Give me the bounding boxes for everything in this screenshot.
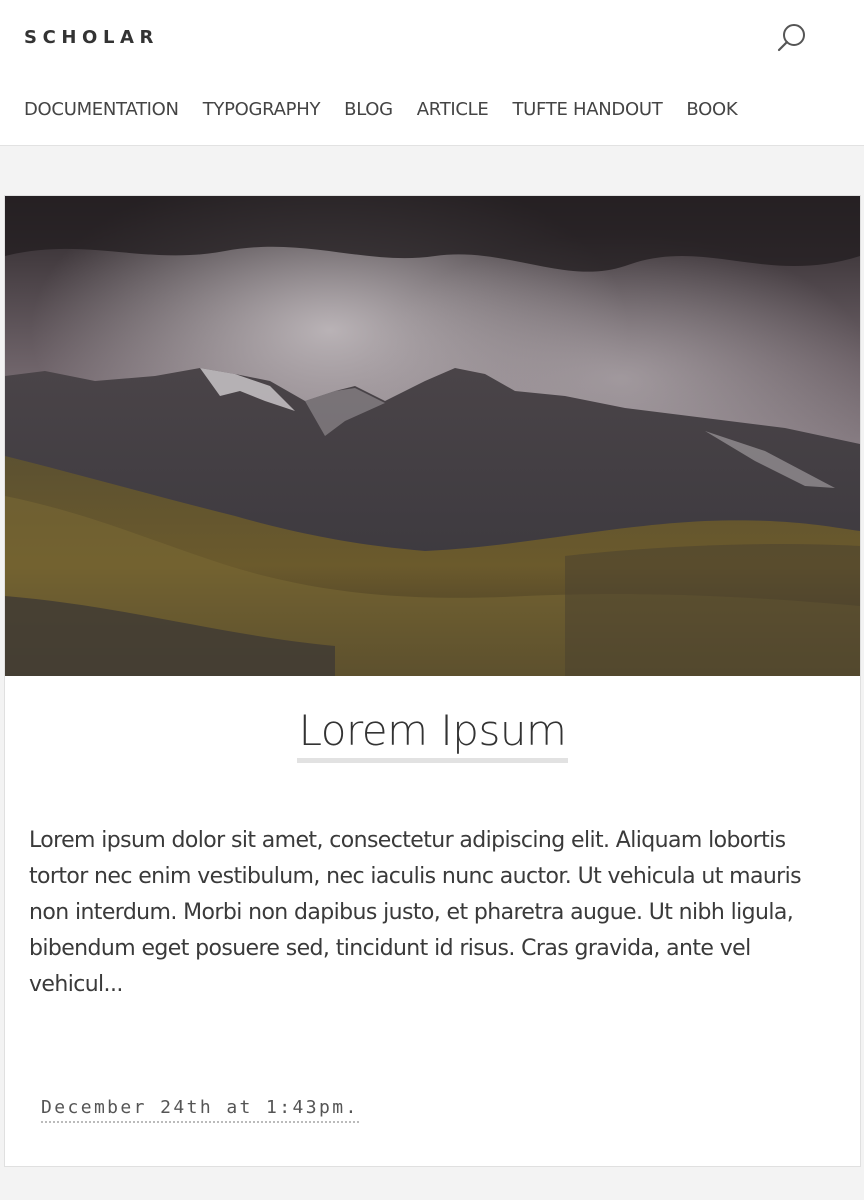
post-card: Lorem Ipsum Lorem ipsum dolor sit amet, … bbox=[4, 195, 861, 1167]
nav-item-documentation[interactable]: DOCUMENTATION bbox=[24, 96, 179, 124]
mountain-landscape-image bbox=[5, 196, 860, 676]
nav-item-tufte-handout[interactable]: TUFTE HANDOUT bbox=[512, 96, 662, 124]
nav-item-blog[interactable]: BLOG bbox=[344, 96, 393, 124]
post-hero-image[interactable] bbox=[5, 196, 860, 676]
post-excerpt: Lorem ipsum dolor sit amet, consectetur … bbox=[29, 828, 802, 997]
search-button[interactable] bbox=[774, 20, 810, 56]
nav-item-book[interactable]: BOOK bbox=[686, 96, 737, 124]
search-icon bbox=[777, 24, 805, 52]
nav-item-typography[interactable]: TYPOGRAPHY bbox=[203, 96, 321, 124]
site-header: SCHOLAR DOCUMENTATION TYPOGRAPHY BLOG AR… bbox=[0, 0, 864, 146]
main-nav: DOCUMENTATION TYPOGRAPHY BLOG ARTICLE TU… bbox=[24, 96, 761, 124]
post-title[interactable]: Lorem Ipsum bbox=[296, 704, 569, 763]
post-title-wrap: Lorem Ipsum bbox=[5, 704, 860, 763]
nav-item-article[interactable]: ARTICLE bbox=[417, 96, 489, 124]
post-date[interactable]: December 24th at 1:43pm. bbox=[41, 1096, 359, 1123]
brand-logo[interactable]: SCHOLAR bbox=[24, 27, 159, 48]
